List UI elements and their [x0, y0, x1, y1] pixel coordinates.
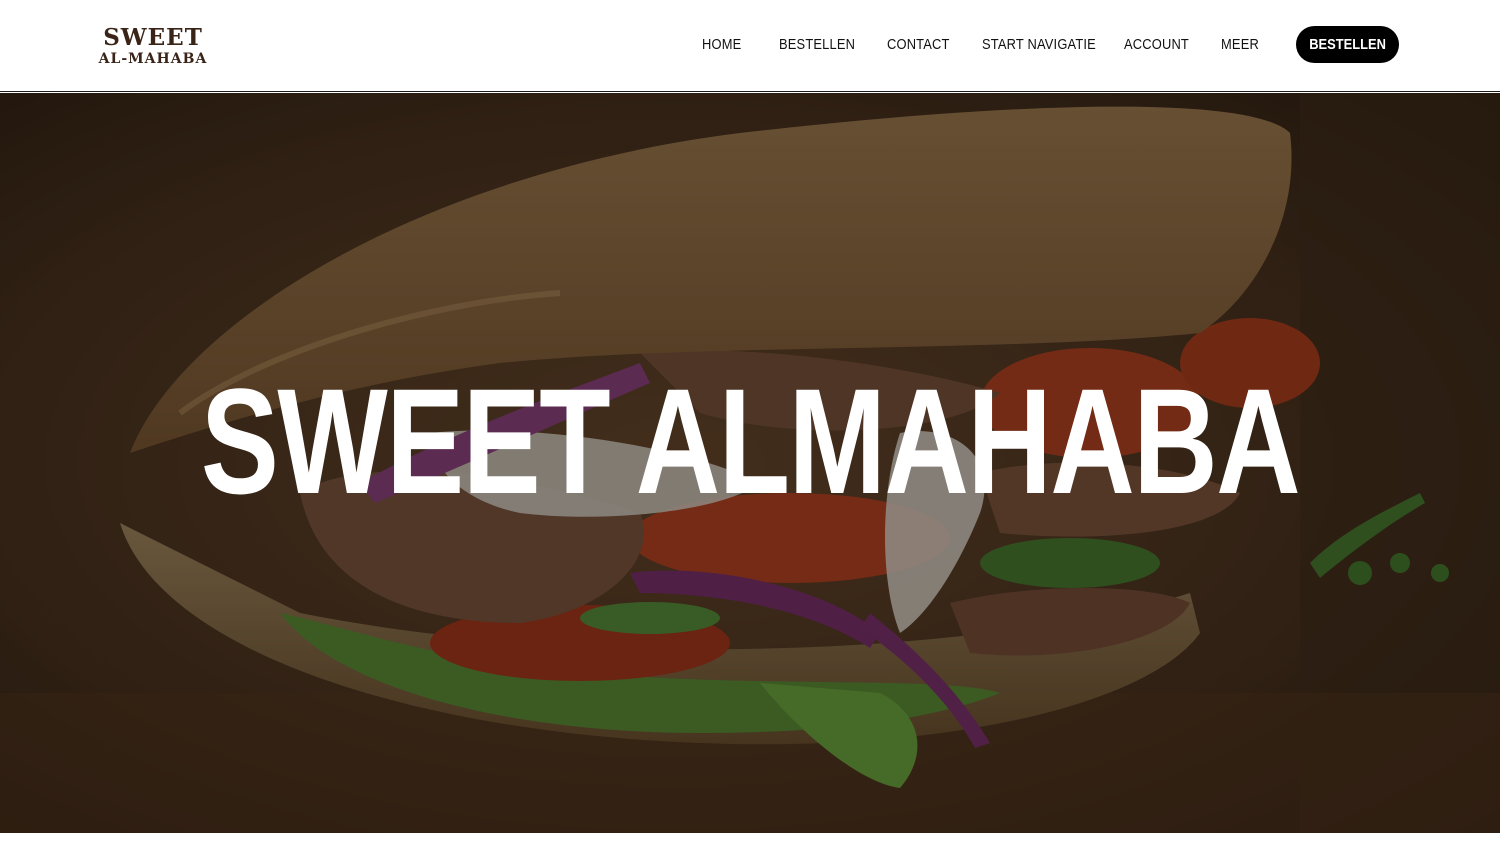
order-button[interactable]: BESTELLEN: [1296, 26, 1399, 63]
page-bottom-strip: [0, 833, 1500, 846]
nav-item-start-navigatie[interactable]: START NAVIGATIE: [982, 36, 1096, 53]
nav-item-home[interactable]: HOME: [702, 36, 741, 53]
nav-item-account[interactable]: ACCOUNT: [1124, 36, 1189, 53]
hero-banner: SWEET ALMAHABA: [0, 93, 1500, 833]
site-header: SWEET AL-MAHABA HOME BESTELLEN CONTACT S…: [0, 0, 1500, 92]
nav-item-contact[interactable]: CONTACT: [887, 36, 950, 53]
nav-item-meer[interactable]: MEER: [1221, 36, 1259, 53]
order-button-label: BESTELLEN: [1309, 36, 1386, 53]
main-nav: HOME BESTELLEN CONTACT START NAVIGATIE A…: [0, 36, 1500, 58]
hero-title-text: SWEET ALMAHABA: [200, 356, 1301, 525]
hero-title: SWEET ALMAHABA: [0, 366, 1500, 516]
nav-item-bestellen[interactable]: BESTELLEN: [779, 36, 855, 53]
